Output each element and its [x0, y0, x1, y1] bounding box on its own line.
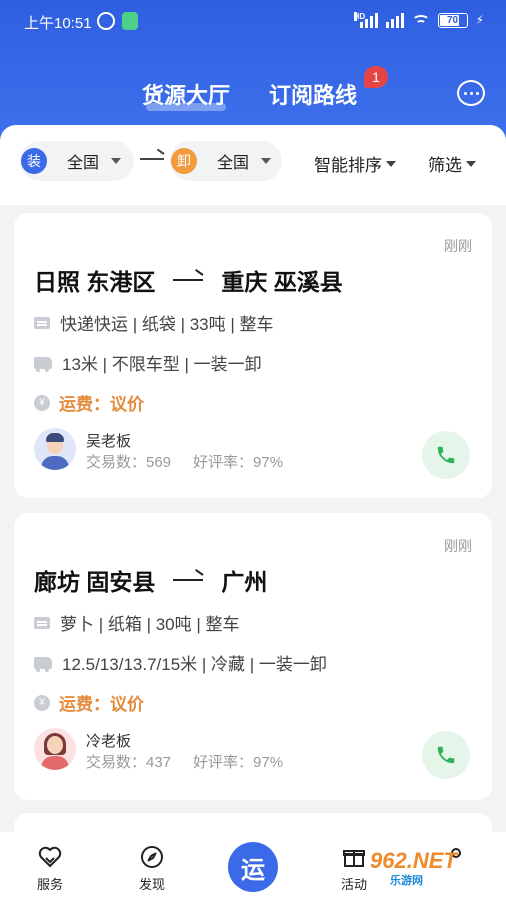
nav-discover[interactable]: 发现: [122, 844, 182, 893]
yen-icon: ¥: [34, 394, 50, 411]
route-arrow-icon: [173, 279, 204, 281]
load-tag: 装: [21, 148, 47, 174]
route-to: 重庆 巫溪县: [221, 269, 343, 295]
route-from: 廊坊 固安县: [34, 569, 156, 595]
rating: 好评率：97%: [193, 754, 284, 771]
cargo-icon: [34, 616, 50, 629]
load-location-select[interactable]: 装 全国: [20, 141, 134, 181]
owner-stats: 交易数：437 好评率：97%: [86, 751, 283, 772]
cargo-info: 快递快运 | 纸袋 | 33吨 | 整车: [34, 310, 274, 335]
alarm-icon: [97, 12, 115, 30]
deal-count: 交易数：569: [86, 454, 172, 471]
chevron-down-icon: [261, 158, 272, 164]
status-bar: 上午10:51 HD 70 ⚡: [0, 0, 506, 44]
smart-sort-dropdown[interactable]: 智能排序: [314, 151, 396, 176]
route-from: 日照 东港区: [34, 269, 156, 295]
subscribe-badge: 1: [364, 66, 388, 88]
truck-info: 13米 | 不限车型 | 一装一卸: [34, 350, 262, 375]
truck-icon: [34, 356, 52, 372]
top-tabs: 货源大厅 订阅路线: [0, 78, 506, 118]
status-right: HD 70 ⚡: [353, 12, 484, 28]
rating: 好评率：97%: [193, 454, 284, 471]
avatar[interactable]: [34, 728, 76, 770]
filter-bar: 装 全国 卸 全国 智能排序 筛选: [0, 125, 506, 205]
deal-count: 交易数：437: [86, 754, 172, 771]
truck-info: 12.5/13/13.7/15米 | 冷藏 | 一装一卸: [34, 650, 327, 675]
call-button[interactable]: [422, 431, 470, 479]
freight-price: ¥ 运费：议价: [34, 690, 144, 715]
tab-cargo-hall[interactable]: 货源大厅: [142, 78, 230, 111]
owner-name: 吴老板: [86, 433, 132, 450]
signal-icon: HD: [353, 12, 378, 28]
chevron-down-icon: [466, 160, 476, 167]
filter-dropdown[interactable]: 筛选: [428, 151, 476, 176]
yen-icon: ¥: [34, 694, 50, 711]
unload-tag: 卸: [171, 148, 197, 174]
nav-transport-center[interactable]: 运: [228, 842, 278, 892]
cargo-info: 萝卜 | 纸箱 | 30吨 | 整车: [34, 610, 240, 635]
owner-stats: 交易数：569 好评率：97%: [86, 451, 283, 472]
message-icon[interactable]: [457, 80, 485, 106]
truck-icon: [34, 656, 52, 672]
cargo-card[interactable]: 刚刚 日照 东港区 重庆 巫溪县 快递快运 | 纸袋 | 33吨 | 整车 13…: [14, 213, 492, 498]
owner-name: 冷老板: [86, 733, 132, 750]
phone-icon: [437, 746, 455, 764]
route-title: 廊坊 固安县 广州: [34, 563, 267, 597]
route-arrow-icon: [173, 579, 204, 581]
route-arrow-icon: [140, 158, 164, 160]
avatar[interactable]: [34, 428, 76, 470]
signal-icon-2: [385, 12, 404, 28]
status-time: 上午10:51: [24, 15, 92, 32]
cargo-icon: [34, 316, 50, 329]
nav-service[interactable]: 服务: [20, 844, 80, 893]
load-location-value: 全国: [67, 155, 100, 172]
charging-icon: ⚡: [475, 13, 484, 27]
compass-icon: [122, 844, 182, 870]
post-time: 刚刚: [444, 538, 472, 554]
call-button[interactable]: [422, 731, 470, 779]
cargo-card[interactable]: 刚刚 廊坊 固安县 广州 萝卜 | 纸箱 | 30吨 | 整车 12.5/13/…: [14, 513, 492, 800]
unload-location-select[interactable]: 卸 全国: [170, 141, 282, 181]
route-title: 日照 东港区 重庆 巫溪县: [34, 263, 343, 297]
watermark-logo: 962.NET 乐游网: [370, 848, 457, 887]
chevron-down-icon: [386, 160, 396, 167]
freight-price: ¥ 运费：议价: [34, 390, 144, 415]
heart-icon: [20, 844, 80, 870]
tab-subscribe-route[interactable]: 订阅路线: [269, 78, 357, 110]
chevron-down-icon: [111, 158, 122, 164]
wifi-icon: [411, 13, 430, 27]
phone-icon: [437, 446, 455, 464]
route-to: 广州: [221, 569, 268, 595]
battery-icon: 70: [437, 12, 468, 28]
unload-location-value: 全国: [217, 155, 250, 172]
post-time: 刚刚: [444, 238, 472, 254]
app-notification-icon: [122, 12, 138, 30]
